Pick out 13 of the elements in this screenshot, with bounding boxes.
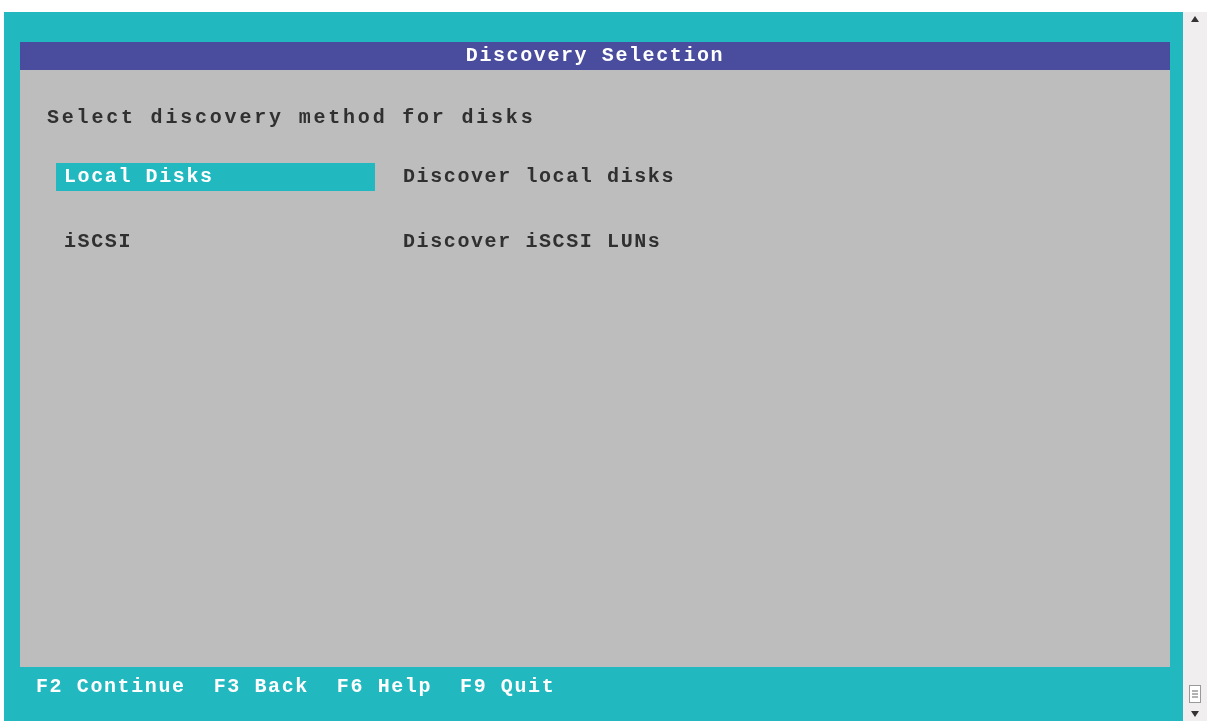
- scrollbar[interactable]: [1183, 12, 1207, 721]
- option-description: Discover local disks: [403, 164, 676, 190]
- scroll-up-arrow-icon[interactable]: [1191, 16, 1199, 22]
- function-key-hint: F9 Quit: [460, 675, 556, 699]
- scroll-grip-icon[interactable]: [1189, 685, 1201, 703]
- scroll-down-arrow-icon[interactable]: [1191, 711, 1199, 717]
- prompt-text: Select discovery method for disks: [47, 105, 537, 131]
- menu-option[interactable]: iSCSI: [56, 228, 375, 256]
- function-key-hint: F2 Continue: [36, 675, 186, 699]
- function-key-hint: F6 Help: [336, 675, 433, 699]
- dialog-title: Discovery Selection: [20, 42, 1170, 70]
- function-key-hint: F3 Back: [213, 675, 309, 699]
- option-description: Discover iSCSI LUNs: [403, 229, 662, 255]
